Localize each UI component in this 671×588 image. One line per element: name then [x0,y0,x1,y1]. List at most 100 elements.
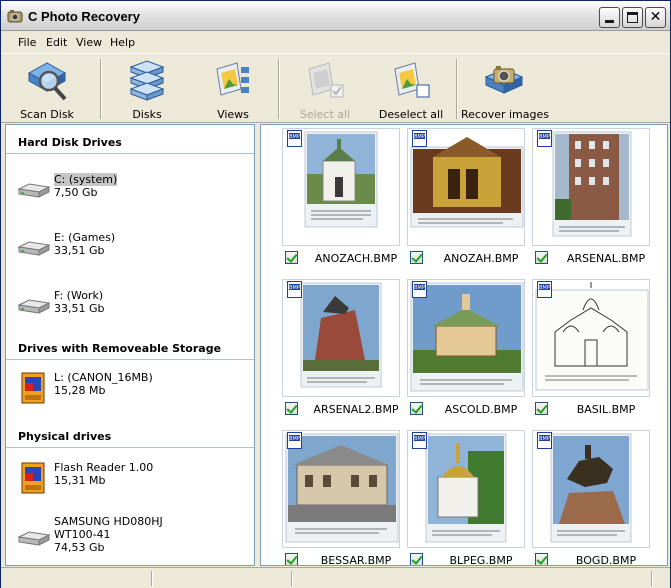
drive-item-e[interactable]: E: (Games) 33,51 Gb [14,227,250,271]
recover-images-label: Recover images [461,108,549,121]
drive-item-c[interactable]: C: (system) 7,50 Gb [14,169,250,213]
removable-storage-header: Drives with Removeable Storage [6,331,254,360]
status-divider [651,571,653,586]
drive-name: C: (system) [54,173,118,186]
bmp-badge-label: BMP [414,436,425,442]
select-checkbox[interactable] [285,251,298,264]
close-icon: ✕ [649,9,662,25]
thumbnail-frame: BMP [282,279,400,397]
thumbnail-item[interactable]: BMP ASCOLD.BMP [407,279,532,421]
thumbnail-item[interactable]: BMP ARSENAL.BMP [532,128,657,270]
drive-item-f[interactable]: F: (Work) 33,51 Gb [14,285,250,329]
thumbnail-frame: BMP [532,430,650,548]
thumbnail-frame: BMP [407,128,525,246]
bmp-badge-icon: BMP [537,130,552,147]
bmp-badge-icon: BMP [287,432,302,449]
bmp-badge-icon: BMP [412,130,427,147]
thumbnail-item[interactable]: BMP BASIL.BMP [532,279,657,421]
disks-button[interactable]: Disks [109,56,185,122]
maximize-icon [627,12,638,23]
bmp-badge-icon: BMP [537,281,552,298]
drive-name: L: (CANON_16MB) [54,371,153,384]
menu-view[interactable]: View [76,36,102,49]
camera-icon [7,10,23,23]
bmp-badge-label: BMP [539,285,550,291]
thumbnail-frame: BMP [407,279,525,397]
bmp-badge-label: BMP [289,134,300,140]
status-divider [291,571,293,586]
menu-file[interactable]: File [18,36,36,49]
drive-size: 74,53 Gb [54,541,105,554]
thumbnail-item[interactable]: BMP BESSAR.BMP [282,430,407,566]
menu-bar: File Edit View Help [1,32,670,53]
views-button[interactable]: Views [195,56,271,122]
thumbnail-item[interactable]: BMP BLPEG.BMP [407,430,532,565]
thumbnail-frame: BMP [282,430,400,548]
thumbnail-filename: ARSENAL2.BMP [313,403,399,416]
thumbnail-filename: ANOZACH.BMP [314,252,398,265]
scan-disk-button[interactable]: Scan Disk [9,56,85,122]
select-checkbox[interactable] [535,553,548,565]
close-button[interactable]: ✕ [645,7,666,28]
select-checkbox[interactable] [285,553,298,565]
thumbnail-filename: ARSENAL.BMP [566,252,646,265]
drive-size: 33,51 Gb [54,302,105,315]
physical-drives-header: Physical drives [6,419,254,448]
select-checkbox[interactable] [535,402,548,415]
select-checkbox[interactable] [410,553,423,565]
disks-icon [129,60,165,101]
hard-drive-icon [17,241,51,256]
thumbnail-item[interactable]: BMP ANOZACH.BMP [282,128,407,270]
recover-images-icon [484,66,524,94]
drive-item-flash-reader[interactable]: Flash Reader 1.00 15,31 Mb [14,457,250,501]
thumbnail-filename: BASIL.BMP [576,403,636,416]
select-all-icon [308,62,344,98]
thumbnail-filename: BOGD.BMP [575,554,637,566]
select-checkbox[interactable] [285,402,298,415]
select-checkbox[interactable] [410,402,423,415]
drive-name: E: (Games) [54,231,116,244]
drive-item-samsung[interactable]: SAMSUNG HD080HJ WT100-41 74,53 Gb [14,511,250,561]
menu-help[interactable]: Help [110,36,135,49]
thumbnail-frame: BMP [532,279,650,397]
thumbnail-item[interactable]: BMP ARSENAL2.BMP [282,279,407,421]
menu-edit[interactable]: Edit [46,36,67,49]
title-bar[interactable]: C Photo Recovery ✕ [1,1,670,31]
thumbnail-frame: BMP [532,128,650,246]
deselect-all-button[interactable]: Deselect all [373,56,449,122]
minimize-button[interactable] [599,7,620,28]
toolbar-separator [278,59,280,119]
memory-card-icon [21,462,45,494]
bmp-badge-icon: BMP [287,281,302,298]
select-all-label: Select all [299,108,351,121]
deselect-all-label: Deselect all [378,108,444,121]
select-checkbox[interactable] [535,251,548,264]
select-checkbox[interactable] [410,251,423,264]
bmp-badge-icon: BMP [287,130,302,147]
select-all-button[interactable]: Select all [287,56,363,122]
drive-size: 33,51 Gb [54,244,105,257]
thumbnail-filename: BESSAR.BMP [320,554,392,566]
thumbnail-item[interactable]: BMP BOGD.BMP [532,430,657,566]
maximize-button[interactable] [622,7,643,28]
hard-drive-icon [17,299,51,314]
thumbnail-item[interactable]: BMP ANOZAH.BMP [407,128,532,270]
bmp-badge-label: BMP [539,134,550,140]
drive-model: WT100-41 [54,528,111,541]
status-divider [151,571,153,586]
toolbar-separator [100,59,102,119]
recover-images-button[interactable]: Recover images [461,56,549,122]
minimize-icon [605,20,614,23]
toolbar: Scan Disk Disks Views Select all Deselec… [1,53,670,123]
app-window: C Photo Recovery ✕ File Edit View Help S… [0,0,671,588]
drive-name: Flash Reader 1.00 [54,461,154,474]
hard-drive-icon [17,531,51,546]
thumbnails-panel: BMP ANOZACH.BMP BMP ANOZAH.BMP BMP ARSEN… [260,124,668,566]
thumbnail-filename: ASCOLD.BMP [444,403,518,416]
drive-item-l[interactable]: L: (CANON_16MB) 15,28 Mb [14,367,250,411]
hard-disk-drives-header: Hard Disk Drives [6,125,254,154]
hard-drive-icon [17,183,51,198]
deselect-all-icon [394,62,430,98]
bmp-badge-icon: BMP [537,432,552,449]
bmp-badge-label: BMP [414,134,425,140]
